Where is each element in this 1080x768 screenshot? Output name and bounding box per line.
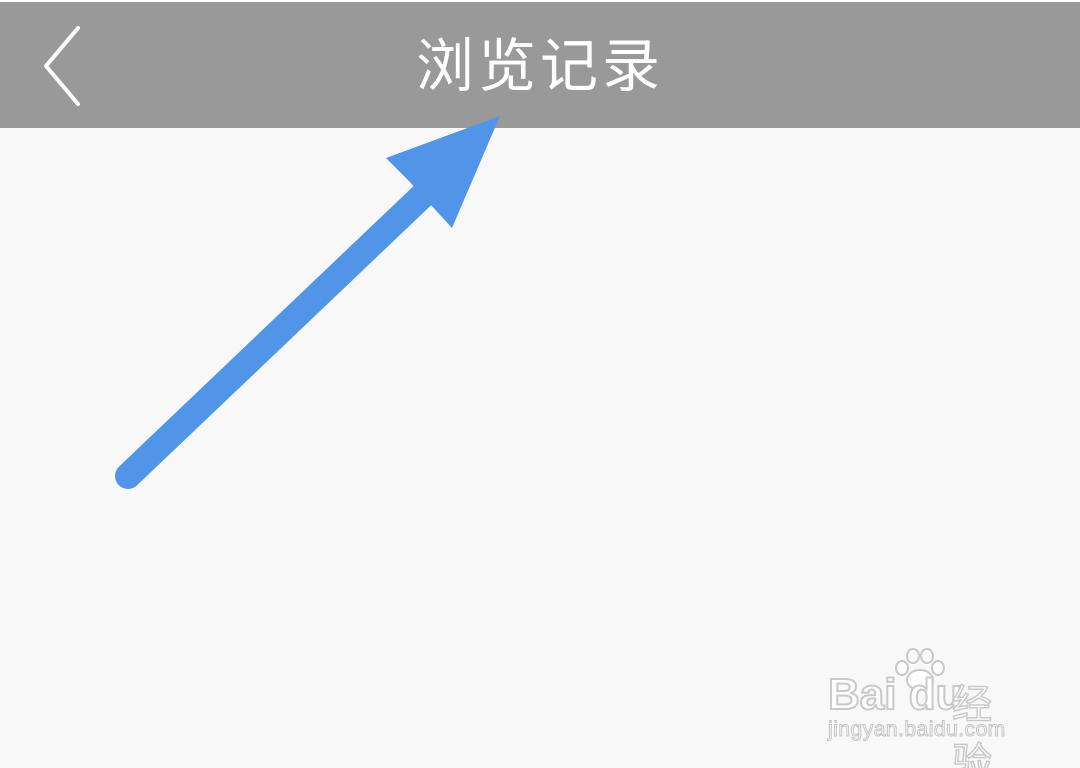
watermark-brand: Bai du xyxy=(827,669,963,720)
watermark: Bai du 经验 jingyan.baidu.com xyxy=(826,648,1026,768)
title-bar: 浏览记录 xyxy=(0,2,1080,128)
page-title: 浏览记录 xyxy=(415,32,664,100)
browsing-history-screen: 浏览记录 Bai du 经验 jingyan.baidu.com xyxy=(0,0,1080,768)
watermark-url: jingyan.baidu.com xyxy=(828,718,1006,742)
